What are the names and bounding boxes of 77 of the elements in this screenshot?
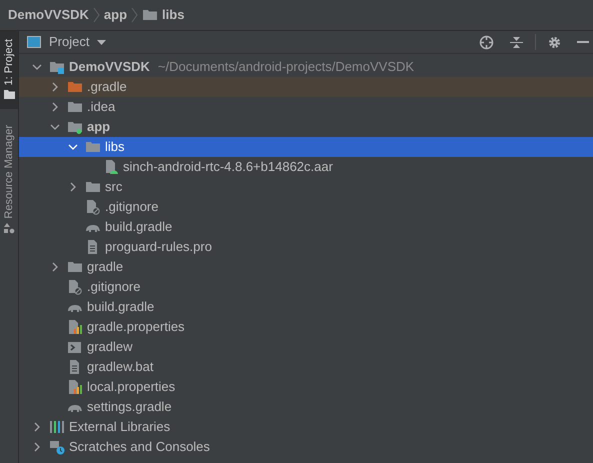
item-label: DemoVVSDK: [69, 58, 150, 76]
tree-row[interactable]: .idea: [19, 97, 593, 117]
tree-row[interactable]: local.properties: [19, 377, 593, 397]
item-label: proguard-rules.pro: [105, 238, 212, 256]
properties-file-icon: [67, 379, 83, 395]
item-label: .idea: [87, 98, 116, 116]
breadcrumb-item[interactable]: DemoVVSDK: [8, 5, 89, 25]
tree-row[interactable]: build.gradle: [19, 217, 593, 237]
tree-row[interactable]: libs: [19, 137, 593, 157]
collapsed-icon[interactable]: [52, 262, 58, 272]
item-label: local.properties: [87, 378, 176, 396]
tree-row[interactable]: sinch-android-rtc-4.8.6+b14862c.aar: [19, 157, 593, 177]
locate-icon[interactable]: [479, 34, 494, 50]
item-label: gradle.properties: [87, 318, 185, 336]
tree-row[interactable]: .gitignore: [19, 277, 593, 297]
item-label: settings.gradle: [87, 398, 172, 416]
tree-row[interactable]: gradlew.bat: [19, 357, 593, 377]
settings-icon[interactable]: [548, 36, 561, 48]
expanded-icon[interactable]: [50, 124, 60, 130]
folder-icon: [67, 79, 83, 95]
collapse-all-icon[interactable]: [510, 36, 523, 48]
item-label: gradle: [87, 258, 124, 276]
item-label: build.gradle: [105, 218, 172, 236]
item-label: Scratches and Consoles: [69, 438, 210, 456]
item-label: gradlew.bat: [87, 358, 154, 376]
chevron-icon: [92, 7, 100, 23]
module-icon: [49, 59, 65, 75]
tree-row[interactable]: External Libraries: [19, 417, 593, 437]
expanded-icon[interactable]: [32, 64, 42, 70]
item-label: .gradle: [87, 78, 127, 96]
item-label: build.gradle: [87, 298, 154, 316]
tree-row[interactable]: app: [19, 117, 593, 137]
item-label: libs: [105, 138, 125, 156]
tree-row[interactable]: Scratches and Consoles: [19, 437, 593, 457]
folder-icon: [142, 7, 158, 23]
item-label: .gitignore: [105, 198, 158, 216]
item-label: sinch-android-rtc-4.8.6+b14862c.aar: [123, 158, 333, 176]
item-label: External Libraries: [69, 418, 170, 436]
tree-row[interactable]: settings.gradle: [19, 397, 593, 417]
side-tab[interactable]: Resource Manager: [0, 117, 18, 247]
folder-icon: [67, 99, 83, 115]
archive-icon: [103, 159, 119, 175]
tree-row[interactable]: DemoVVSDK ~/Documents/android-projects/DemoVVSDK: [19, 57, 593, 77]
minimize-icon[interactable]: [577, 40, 589, 44]
tree-row[interactable]: gradlew: [19, 337, 593, 357]
collapsed-icon[interactable]: [70, 182, 76, 192]
scratches-icon: [49, 439, 65, 455]
folder-icon: [4, 89, 14, 100]
side-tab[interactable]: 1: Project: [0, 31, 18, 109]
folder-icon: [67, 119, 83, 135]
breadcrumb-item[interactable]: app: [104, 5, 128, 25]
panel-icon: [27, 36, 41, 48]
dropdown-icon[interactable]: [97, 40, 106, 44]
tree-row[interactable]: proguard-rules.pro: [19, 237, 593, 257]
properties-file-icon: [67, 319, 83, 335]
folder-icon: [85, 139, 101, 155]
tree-row[interactable]: build.gradle: [19, 297, 593, 317]
shapes-icon: [4, 222, 14, 234]
tree-row[interactable]: .gitignore: [19, 197, 593, 217]
terminal-icon: [67, 339, 83, 355]
ignored-file-icon: [85, 199, 101, 215]
tree-row[interactable]: gradle: [19, 257, 593, 277]
libraries-icon: [49, 419, 65, 435]
breadcrumb-item[interactable]: libs: [162, 5, 184, 25]
tree-row[interactable]: gradle.properties: [19, 317, 593, 337]
path-label: ~/Documents/android-projects/DemoVVSDK: [158, 58, 414, 76]
item-label: .gitignore: [87, 278, 140, 296]
folder-icon: [85, 179, 101, 195]
panel-title[interactable]: Project: [49, 32, 90, 52]
item-label: src: [105, 178, 122, 196]
tree-row[interactable]: .gradle: [19, 77, 593, 97]
tree-row[interactable]: src: [19, 177, 593, 197]
ignored-file-icon: [67, 279, 83, 295]
item-label: app: [87, 118, 110, 136]
folder-icon: [67, 259, 83, 275]
chevron-icon: [131, 7, 138, 23]
item-label: gradlew: [87, 338, 133, 356]
